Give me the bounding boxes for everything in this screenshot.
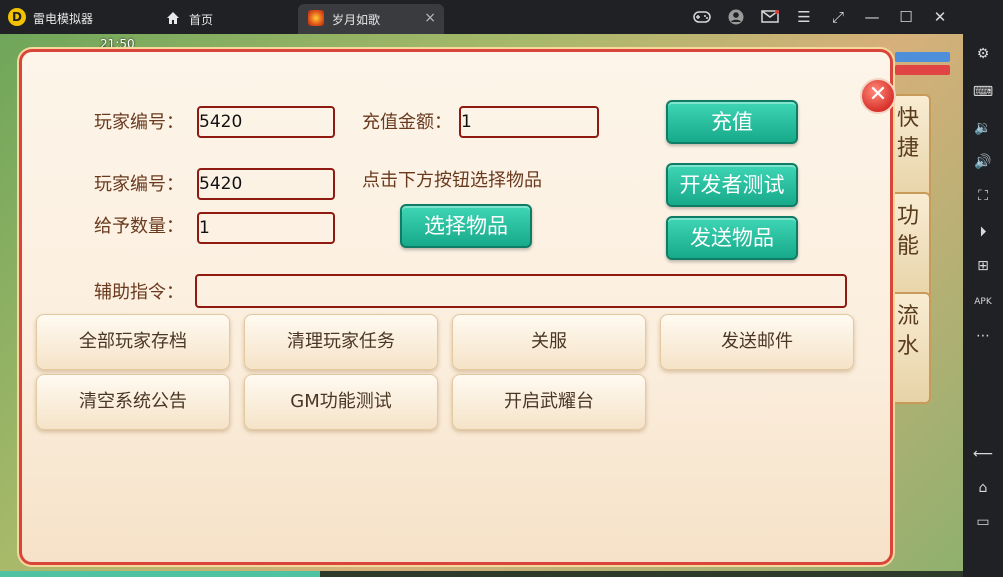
keyboard-icon[interactable]: ⌨: [969, 78, 997, 106]
volume-down-icon[interactable]: 🔉: [969, 114, 997, 142]
gm-dialog: ✕ 玩家编号： 5420 充值金额： 1 充值 玩家编号： 5420 点击下方按…: [22, 52, 896, 562]
clear-player-tasks-button[interactable]: 清理玩家任务: [244, 314, 438, 370]
exp-bar: [0, 571, 963, 577]
user-icon[interactable]: [719, 0, 753, 34]
give-quantity-label: 给予数量：: [94, 216, 184, 237]
hud-time: 21:50: [100, 37, 135, 51]
item-player-id-field[interactable]: 5420: [197, 168, 335, 200]
save-all-players-button[interactable]: 全部玩家存档: [36, 314, 230, 370]
developer-test-button[interactable]: 开发者测试: [666, 163, 798, 207]
home-icon: [167, 12, 179, 24]
tab-home-label: 首页: [189, 13, 214, 27]
emulator-logo-icon: D: [8, 8, 26, 26]
tab-home[interactable]: 首页: [155, 4, 295, 34]
maximize-icon[interactable]: ☐: [889, 0, 923, 34]
add-screen-icon[interactable]: ⊞: [969, 252, 997, 280]
home-nav-icon[interactable]: ⌂: [969, 474, 997, 502]
side-tab-flow[interactable]: 流水: [885, 292, 931, 404]
menu-icon[interactable]: ☰: [787, 0, 821, 34]
give-quantity-field[interactable]: 1: [197, 212, 335, 244]
side-tab-function[interactable]: 功能: [885, 192, 931, 304]
game-viewport: 21:50 快捷 功能 流水 ✕ 玩家编号： 5420 充值金额： 1 充值 玩…: [0, 34, 963, 577]
close-window-icon[interactable]: ✕: [923, 0, 957, 34]
dialog-close-button[interactable]: ✕: [860, 78, 896, 114]
recharge-amount-label: 充值金额：: [362, 112, 452, 133]
minimize-icon[interactable]: —: [855, 0, 889, 34]
apk-icon[interactable]: APK: [969, 288, 997, 316]
tab-close-icon[interactable]: ×: [424, 10, 436, 26]
shutdown-server-button[interactable]: 关服: [452, 314, 646, 370]
gm-function-test-button[interactable]: GM功能测试: [244, 374, 438, 430]
select-item-button[interactable]: 选择物品: [400, 204, 532, 248]
emulator-titlebar: D 雷电模拟器 首页 岁月如歌 × ☰ ⤢ — ☐ ✕: [0, 0, 1003, 34]
assist-command-field[interactable]: [195, 274, 847, 308]
send-mail-button[interactable]: 发送邮件: [660, 314, 854, 370]
player-id-label: 玩家编号：: [94, 112, 184, 133]
expand-icon[interactable]: ⤢: [821, 0, 855, 34]
gamepad-icon[interactable]: [685, 0, 719, 34]
window-controls: ☰ ⤢ — ☐ ✕: [685, 0, 957, 34]
assist-command-label: 辅助指令：: [94, 282, 184, 303]
volume-up-icon[interactable]: 🔊: [969, 148, 997, 176]
recent-apps-icon[interactable]: ▭: [969, 508, 997, 536]
back-icon[interactable]: ⟵: [969, 440, 997, 468]
tab-game-label: 岁月如歌: [332, 13, 381, 27]
mail-icon[interactable]: [753, 0, 787, 34]
side-tab-shortcut[interactable]: 快捷: [885, 94, 931, 204]
settings-gear-icon[interactable]: ⚙: [969, 40, 997, 68]
more-icon[interactable]: ⋯: [969, 322, 997, 350]
select-item-hint: 点击下方按钮选择物品: [362, 170, 542, 191]
open-wuyao-stage-button[interactable]: 开启武耀台: [452, 374, 646, 430]
recharge-amount-field[interactable]: 1: [459, 106, 599, 138]
hud-status-bars: [895, 52, 950, 76]
clear-announcements-button[interactable]: 清空系统公告: [36, 374, 230, 430]
recharge-player-id-field[interactable]: 5420: [197, 106, 335, 138]
player-id-label-2: 玩家编号：: [94, 174, 184, 195]
app-name: 雷电模拟器: [33, 12, 94, 26]
record-icon[interactable]: ⏵: [969, 218, 997, 246]
send-item-button[interactable]: 发送物品: [666, 216, 798, 260]
game-icon: [308, 10, 324, 26]
screenshot-icon[interactable]: ⛶: [969, 182, 997, 210]
tab-game[interactable]: 岁月如歌 ×: [298, 4, 444, 34]
emulator-sidebar: ⚙ ⌨ 🔉 🔊 ⛶ ⏵ ⊞ APK ⋯ ⟵ ⌂ ▭: [963, 34, 1003, 577]
recharge-button[interactable]: 充值: [666, 100, 798, 144]
